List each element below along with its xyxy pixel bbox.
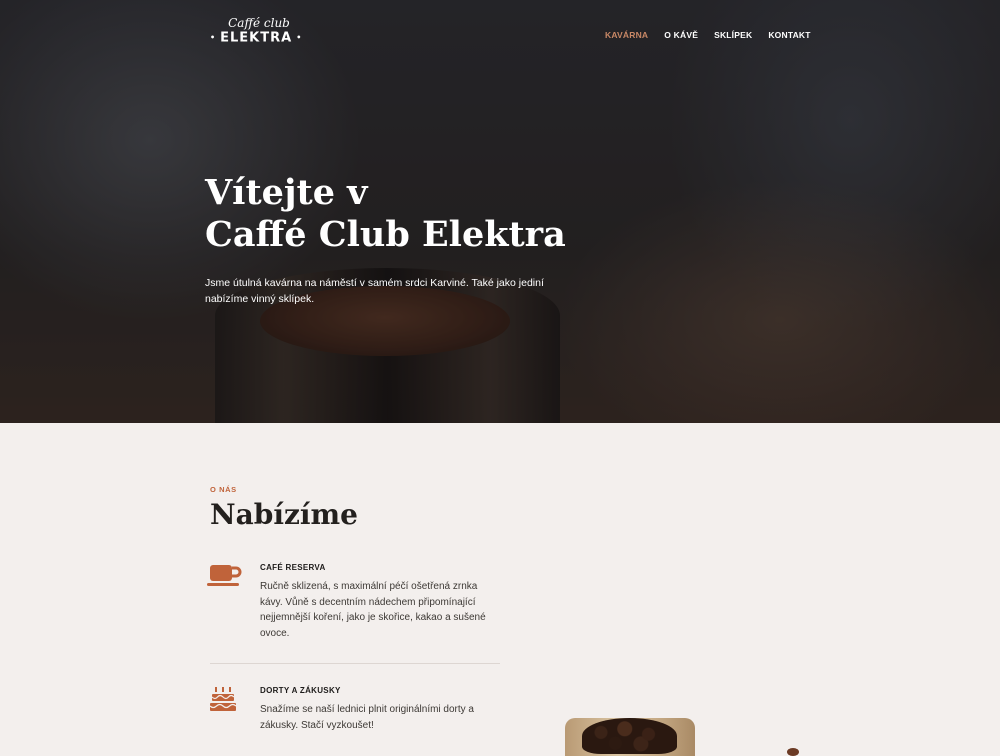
feature-text: Snažíme se naší lednici plnit originální… xyxy=(260,704,474,731)
logo-main-text: ELEKTRA xyxy=(220,30,293,46)
feature-divider xyxy=(210,663,500,664)
loose-coffee-bean xyxy=(787,748,799,756)
logo-dot-right: • xyxy=(296,33,303,42)
hero-title-line2: Caffé Club Elektra xyxy=(205,214,566,255)
coffee-beans-image xyxy=(582,718,677,754)
hero-title: Vítejte v Caffé Club Elektra xyxy=(205,172,625,256)
hero-description: Jsme útulná kavárna na náměstí v samém s… xyxy=(205,277,544,305)
birthday-cake-icon xyxy=(206,686,242,716)
section-kicker: O NÁS xyxy=(210,485,237,494)
logo[interactable]: Caffé club • ELEKTRA • xyxy=(206,16,302,56)
hero-title-line1: Vítejte v xyxy=(205,172,368,213)
logo-wordmark: • ELEKTRA • xyxy=(206,30,302,47)
logo-script: Caffé club xyxy=(228,16,290,30)
nav-item-sklipek[interactable]: SKLÍPEK xyxy=(714,30,752,40)
nav-item-o-kave[interactable]: O KÁVĚ xyxy=(664,30,698,40)
feature-title: DORTY A ZÁKUSKY xyxy=(260,686,341,695)
logo-dot-left: • xyxy=(210,33,217,42)
nav-item-kavarna[interactable]: KAVÁRNA xyxy=(605,30,648,40)
feature-title: CAFÉ RESERVA xyxy=(260,563,326,572)
feature-dorty-zakusky: DORTY A ZÁKUSKY Snažíme se naší lednici … xyxy=(206,686,506,746)
feature-text: Ručně sklizená, s maximální péčí ošetřen… xyxy=(260,581,486,639)
hero-section: Caffé club • ELEKTRA • KAVÁRNA O KÁVĚ SKLÍ… xyxy=(0,0,1000,423)
feature-cafe-reserva: CAFÉ RESERVA Ručně sklizená, s maximální… xyxy=(206,563,506,653)
main-nav: KAVÁRNA O KÁVĚ SKLÍPEK KONTAKT xyxy=(605,30,811,40)
section-title: Nabízíme xyxy=(210,498,358,531)
coffee-cup-icon xyxy=(206,563,242,593)
nav-item-kontakt[interactable]: KONTAKT xyxy=(768,30,810,40)
